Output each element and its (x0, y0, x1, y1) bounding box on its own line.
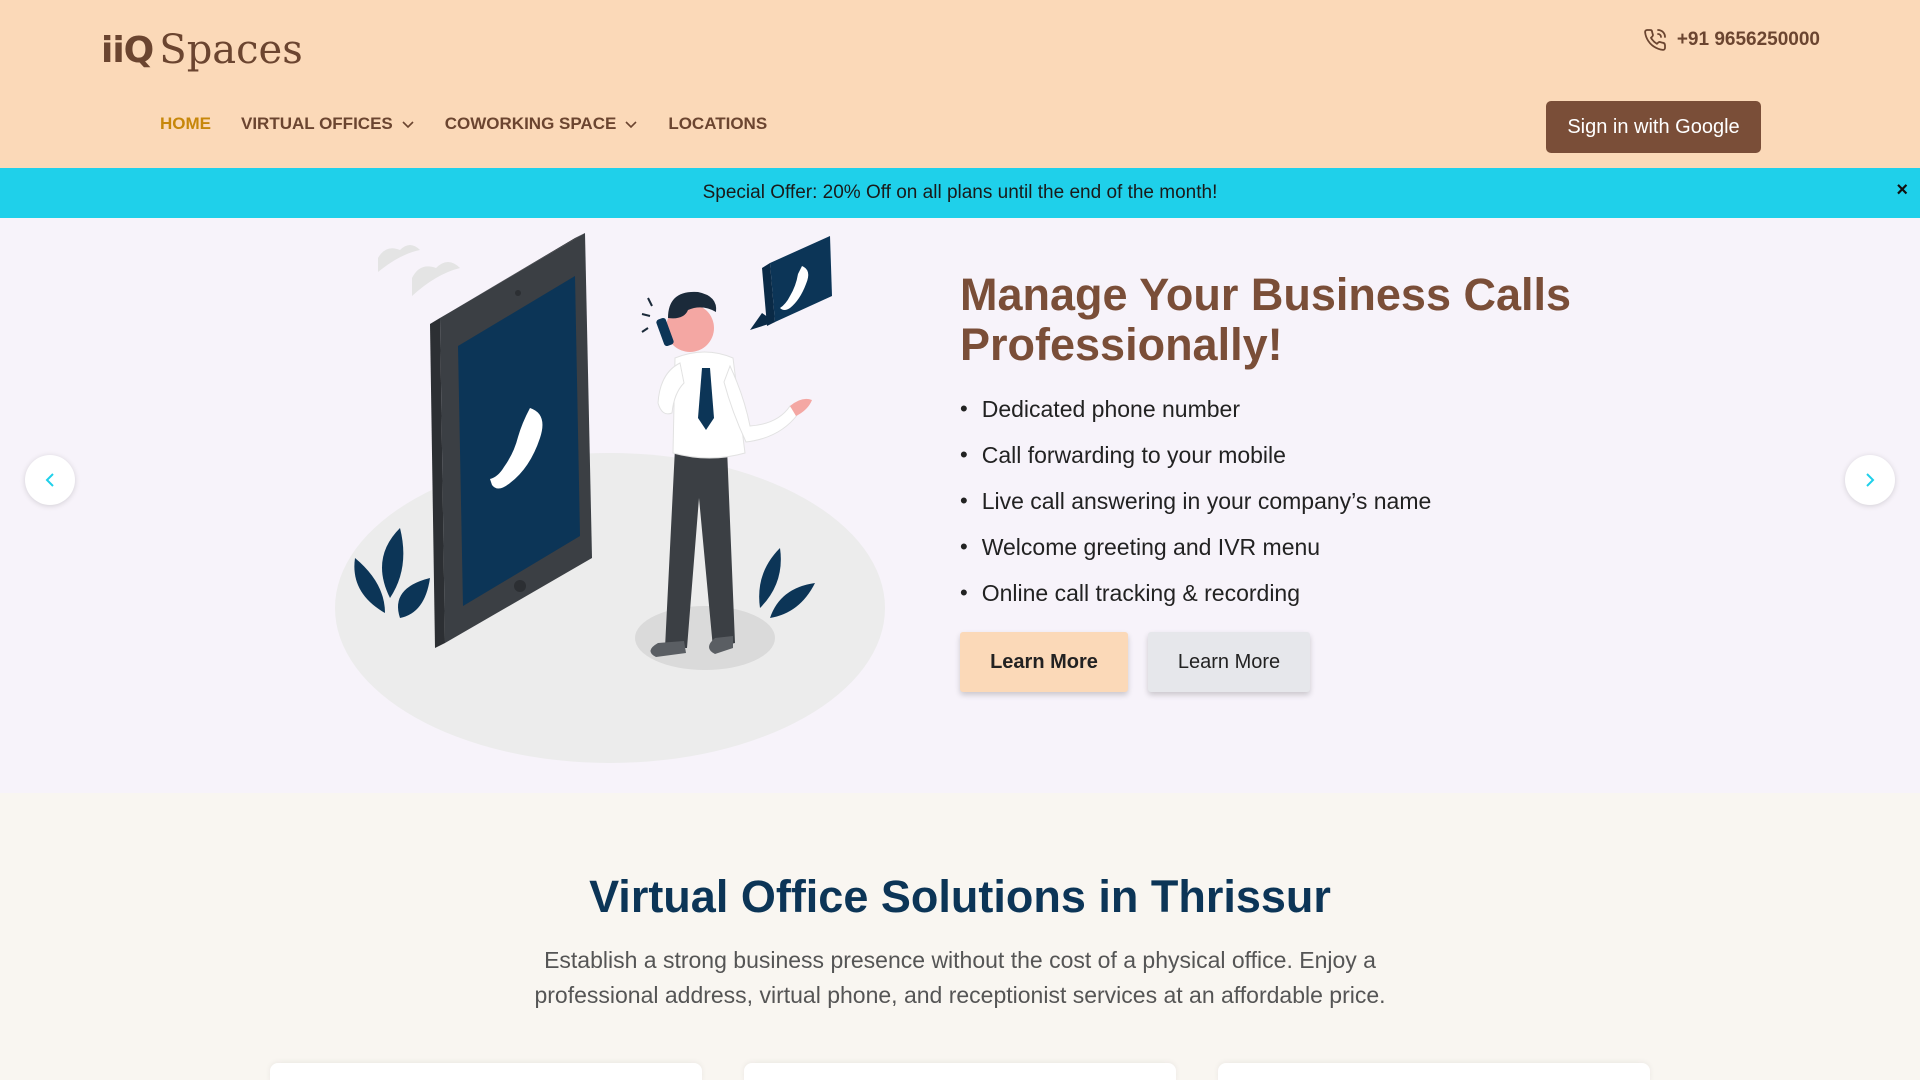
slider-prev-button[interactable] (25, 455, 75, 505)
chevron-down-icon (625, 121, 637, 129)
plan-card[interactable] (744, 1063, 1176, 1080)
hero-buttons: Learn More Learn More (960, 632, 1660, 692)
chevron-left-icon (45, 473, 54, 487)
plan-card[interactable] (1218, 1063, 1650, 1080)
phone-call-icon (1644, 29, 1666, 51)
feature-item: Call forwarding to your mobile (960, 432, 1660, 478)
hero-slider: Manage Your Business Calls Professionall… (0, 218, 1920, 793)
sign-in-google-button[interactable]: Sign in with Google (1546, 101, 1761, 153)
feature-item: Live call answering in your company’s na… (960, 478, 1660, 524)
logo-mark: iiQ (101, 29, 154, 71)
nav-virtual-offices[interactable]: VIRTUAL OFFICES (241, 114, 415, 134)
nav-home-label: HOME (160, 114, 211, 133)
solutions-section: Virtual Office Solutions in Thrissur Est… (0, 793, 1920, 1080)
chevron-right-icon (1866, 473, 1875, 487)
nav-virtual-offices-label: VIRTUAL OFFICES (241, 114, 393, 133)
site-header: iiQ Spaces +91 9656250000 HOME VIRTUAL O… (0, 0, 1920, 168)
feature-item: Dedicated phone number (960, 386, 1660, 432)
learn-more-secondary-button[interactable]: Learn More (1148, 632, 1310, 692)
logo[interactable]: iiQ Spaces (101, 24, 303, 76)
nav-locations[interactable]: LOCATIONS (668, 114, 767, 134)
phone-number: +91 9656250000 (1676, 29, 1820, 50)
nav-home[interactable]: HOME (160, 114, 211, 134)
section-title: Virtual Office Solutions in Thrissur (589, 871, 1331, 922)
section-description: Establish a strong business presence wit… (534, 947, 1386, 1008)
offer-close-button[interactable]: × (1896, 179, 1908, 202)
offer-banner: Special Offer: 20% Off on all plans unti… (0, 168, 1920, 218)
header-phone[interactable]: +91 9656250000 (1643, 28, 1820, 52)
plan-card[interactable] (270, 1063, 702, 1080)
hero-content: Manage Your Business Calls Professionall… (960, 270, 1660, 692)
nav-coworking-space[interactable]: COWORKING SPACE (445, 114, 639, 134)
logo-wordmark: Spaces (159, 27, 303, 73)
hero-title: Manage Your Business Calls Professionall… (960, 269, 1572, 370)
nav-locations-label: LOCATIONS (668, 114, 768, 133)
feature-item: Online call tracking & recording (960, 570, 1660, 616)
slider-next-button[interactable] (1845, 455, 1895, 505)
feature-list: Dedicated phone number Call forwarding t… (960, 386, 1660, 616)
learn-more-primary-button[interactable]: Learn More (960, 632, 1128, 692)
main-nav: HOME VIRTUAL OFFICES COWORKING SPACE LOC… (160, 114, 767, 134)
chevron-down-icon (402, 121, 414, 129)
nav-coworking-space-label: COWORKING SPACE (444, 114, 617, 133)
offer-text: Special Offer: 20% Off on all plans unti… (702, 182, 1218, 203)
business-call-illustration (335, 233, 885, 763)
feature-item: Welcome greeting and IVR menu (960, 524, 1660, 570)
